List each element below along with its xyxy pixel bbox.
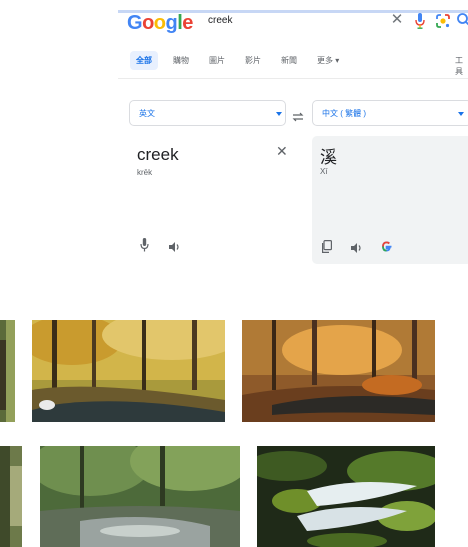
image-thumbnail[interactable] [0, 320, 15, 422]
source-text[interactable]: creek [137, 145, 179, 165]
image-thumbnail-waterfall-rocks[interactable] [257, 446, 435, 547]
google-g-icon[interactable] [380, 240, 393, 258]
speaker-icon[interactable] [168, 240, 181, 258]
image-thumbnail-autumn-creek[interactable] [32, 320, 225, 422]
clear-source-icon[interactable]: ✕ [276, 143, 288, 160]
microphone-icon[interactable] [140, 238, 149, 257]
source-pronunciation: krēk [137, 168, 153, 177]
microphone-icon[interactable] [415, 13, 425, 29]
copy-icon[interactable] [322, 240, 333, 258]
image-thumbnail-forest-stream[interactable] [242, 320, 435, 422]
target-language-label: 中文 ( 繁體 ) [322, 109, 366, 118]
google-logo[interactable]: Google [127, 11, 193, 35]
tab-images[interactable]: 圖片 [204, 52, 230, 69]
search-input[interactable]: creek [208, 15, 232, 26]
header-divider [118, 78, 468, 79]
tab-news[interactable]: 新聞 [276, 52, 302, 69]
image-thumbnail[interactable] [0, 446, 22, 547]
tools-button[interactable]: 工具 [455, 55, 468, 77]
search-box[interactable] [198, 10, 468, 36]
chevron-down-icon [276, 112, 282, 116]
chevron-down-icon [458, 112, 464, 116]
tab-shopping[interactable]: 購物 [168, 52, 194, 69]
search-tabs: 全部 購物 圖片 影片 新聞 更多 ▾ [130, 50, 344, 70]
google-lens-icon[interactable] [435, 13, 451, 29]
tab-more[interactable]: 更多 ▾ [312, 52, 344, 69]
speaker-icon[interactable] [350, 241, 363, 259]
clear-search-icon[interactable]: ✕ [390, 12, 404, 27]
swap-languages-icon[interactable] [292, 109, 304, 122]
image-thumbnail-green-creek[interactable] [40, 446, 240, 547]
source-language-label: 英文 [139, 109, 155, 118]
translated-pronunciation: Xī [320, 167, 328, 176]
search-icon[interactable] [456, 12, 468, 28]
translated-text: 溪 [320, 148, 337, 167]
tab-videos[interactable]: 影片 [240, 52, 266, 69]
tab-all[interactable]: 全部 [130, 50, 158, 70]
